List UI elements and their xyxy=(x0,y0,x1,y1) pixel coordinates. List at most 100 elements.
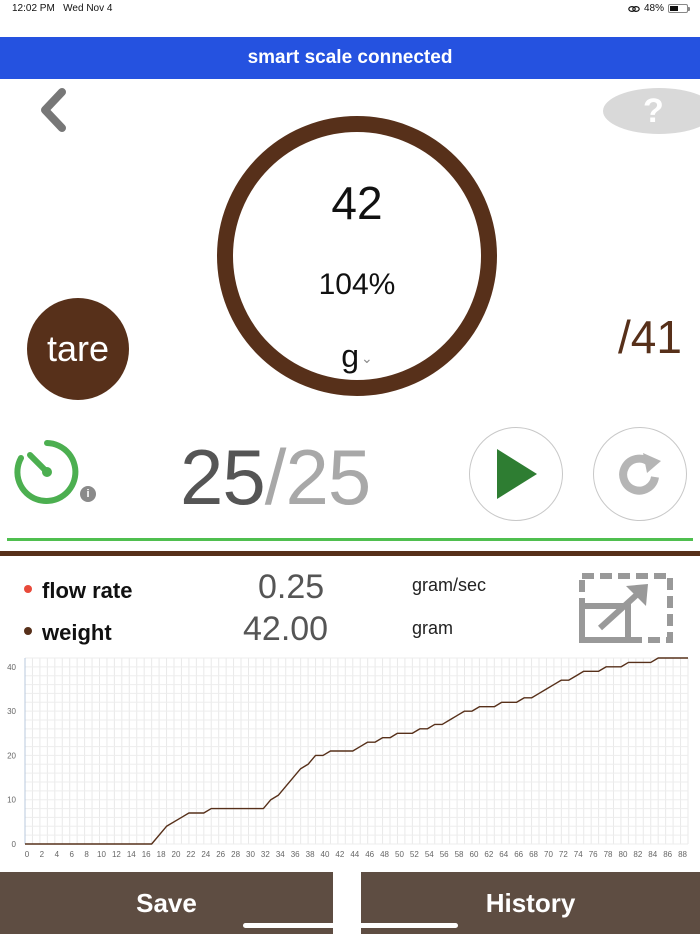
status-time: 12:02 PM xyxy=(12,3,55,14)
back-button[interactable] xyxy=(30,82,76,138)
weight-chart: 0102030400 2 4 6 8 10 12 14 16 18 20 22 24 26 28 30 32 34… xyxy=(7,657,689,859)
x-tick-label: 16 xyxy=(142,850,151,859)
x-tick-label: 48 xyxy=(380,850,389,859)
x-tick-label: 86 xyxy=(663,850,672,859)
x-tick-label: 82 xyxy=(633,850,642,859)
home-indicator xyxy=(243,923,458,928)
x-tick-label: 46 xyxy=(365,850,374,859)
x-tick-label: 80 xyxy=(619,850,628,859)
x-tick-label: 74 xyxy=(574,850,583,859)
weight-gauge: 42 104% g ⌄ xyxy=(217,116,497,396)
x-tick-label: 58 xyxy=(455,850,464,859)
x-tick-label: 44 xyxy=(350,850,359,859)
tare-label: tare xyxy=(46,328,110,369)
timer-separator: / xyxy=(264,433,287,521)
x-tick-label: 76 xyxy=(589,850,598,859)
info-icon[interactable]: i xyxy=(80,486,96,502)
x-tick-label: 42 xyxy=(335,850,344,859)
flow-rate-label: flow rate xyxy=(42,578,133,603)
y-tick-label: 30 xyxy=(7,707,16,716)
x-tick-label: 12 xyxy=(112,850,121,859)
x-tick-label: 4 xyxy=(55,850,60,859)
x-tick-label: 56 xyxy=(440,850,449,859)
connection-banner: smart scale connected xyxy=(0,37,700,79)
x-tick-label: 88 xyxy=(678,850,687,859)
timer-current: 25 xyxy=(180,433,266,521)
status-date: Wed Nov 4 xyxy=(63,3,113,14)
x-tick-label: 18 xyxy=(157,850,166,859)
status-bar-time: 12:02 PM Wed Nov 4 xyxy=(12,3,112,14)
weight-value: 42.00 xyxy=(243,610,329,648)
tare-button[interactable]: tare xyxy=(27,298,129,400)
x-tick-label: 8 xyxy=(84,850,89,859)
question-icon: ? xyxy=(643,92,664,130)
x-tick-label: 38 xyxy=(306,850,315,859)
unit-selector[interactable]: g ⌄ xyxy=(233,338,481,375)
unit-label: g xyxy=(341,338,360,374)
x-tick-label: 54 xyxy=(425,850,434,859)
x-tick-label: 30 xyxy=(246,850,255,859)
chevron-down-icon: ⌄ xyxy=(361,350,373,367)
section-divider xyxy=(0,551,700,556)
x-tick-label: 40 xyxy=(321,850,330,859)
battery-icon xyxy=(668,4,690,13)
weight-dot xyxy=(24,627,32,635)
reset-button[interactable] xyxy=(593,427,687,521)
y-tick-label: 0 xyxy=(12,840,17,849)
x-tick-label: 66 xyxy=(514,850,523,859)
save-label: Save xyxy=(136,887,197,918)
play-icon xyxy=(497,449,537,499)
flow-rate-value: 0.25 xyxy=(258,568,325,606)
flow-rate-dot xyxy=(24,585,32,593)
play-button[interactable] xyxy=(469,427,563,521)
refresh-icon xyxy=(619,453,661,495)
target-weight[interactable]: /41 xyxy=(618,310,682,364)
x-tick-label: 68 xyxy=(529,850,538,859)
x-tick-label: 26 xyxy=(216,850,225,859)
x-tick-label: 24 xyxy=(201,850,210,859)
series-line-weight xyxy=(25,657,688,845)
stopwatch-icon xyxy=(14,440,79,504)
chevron-left-icon xyxy=(41,88,66,132)
y-tick-label: 40 xyxy=(7,663,16,672)
x-tick-label: 20 xyxy=(172,850,181,859)
x-tick-label: 60 xyxy=(470,850,479,859)
help-button[interactable]: ? xyxy=(603,88,700,134)
x-tick-label: 10 xyxy=(97,850,106,859)
x-tick-label: 84 xyxy=(648,850,657,859)
x-tick-label: 62 xyxy=(484,850,493,859)
x-tick-label: 28 xyxy=(231,850,240,859)
target-percent: 104% xyxy=(318,268,396,301)
expand-icon xyxy=(579,573,673,643)
x-tick-label: 32 xyxy=(261,850,270,859)
current-weight: 42 xyxy=(331,177,383,229)
x-tick-label: 34 xyxy=(276,850,285,859)
status-bar-right: 48% xyxy=(628,3,690,14)
expand-chart-button[interactable] xyxy=(578,572,674,644)
battery-percent: 48% xyxy=(643,3,664,14)
flow-rate-unit: gram/sec xyxy=(412,575,487,595)
timer-button[interactable] xyxy=(12,437,82,507)
timer-total: 25 xyxy=(285,433,371,521)
weight-unit: gram xyxy=(412,618,454,638)
x-tick-label: 64 xyxy=(499,850,508,859)
link-icon xyxy=(628,5,640,12)
x-tick-label: 22 xyxy=(186,850,195,859)
connection-status: smart scale connected xyxy=(247,47,453,68)
history-label: History xyxy=(485,887,576,918)
x-tick-label: 72 xyxy=(559,850,568,859)
weight-label: weight xyxy=(42,620,112,645)
y-tick-label: 20 xyxy=(7,751,16,760)
x-tick-label: 36 xyxy=(291,850,300,859)
y-tick-label: 10 xyxy=(7,796,16,805)
x-tick-label: 14 xyxy=(127,850,136,859)
x-tick-label: 52 xyxy=(410,850,419,859)
x-tick-label: 78 xyxy=(604,850,613,859)
x-tick-label: 2 xyxy=(40,850,45,859)
x-tick-label: 0 xyxy=(25,850,30,859)
progress-line xyxy=(7,538,693,541)
x-tick-label: 50 xyxy=(395,850,404,859)
x-tick-label: 6 xyxy=(69,850,74,859)
timer-readout: 25/25 xyxy=(180,432,371,523)
battery-level xyxy=(670,6,678,11)
